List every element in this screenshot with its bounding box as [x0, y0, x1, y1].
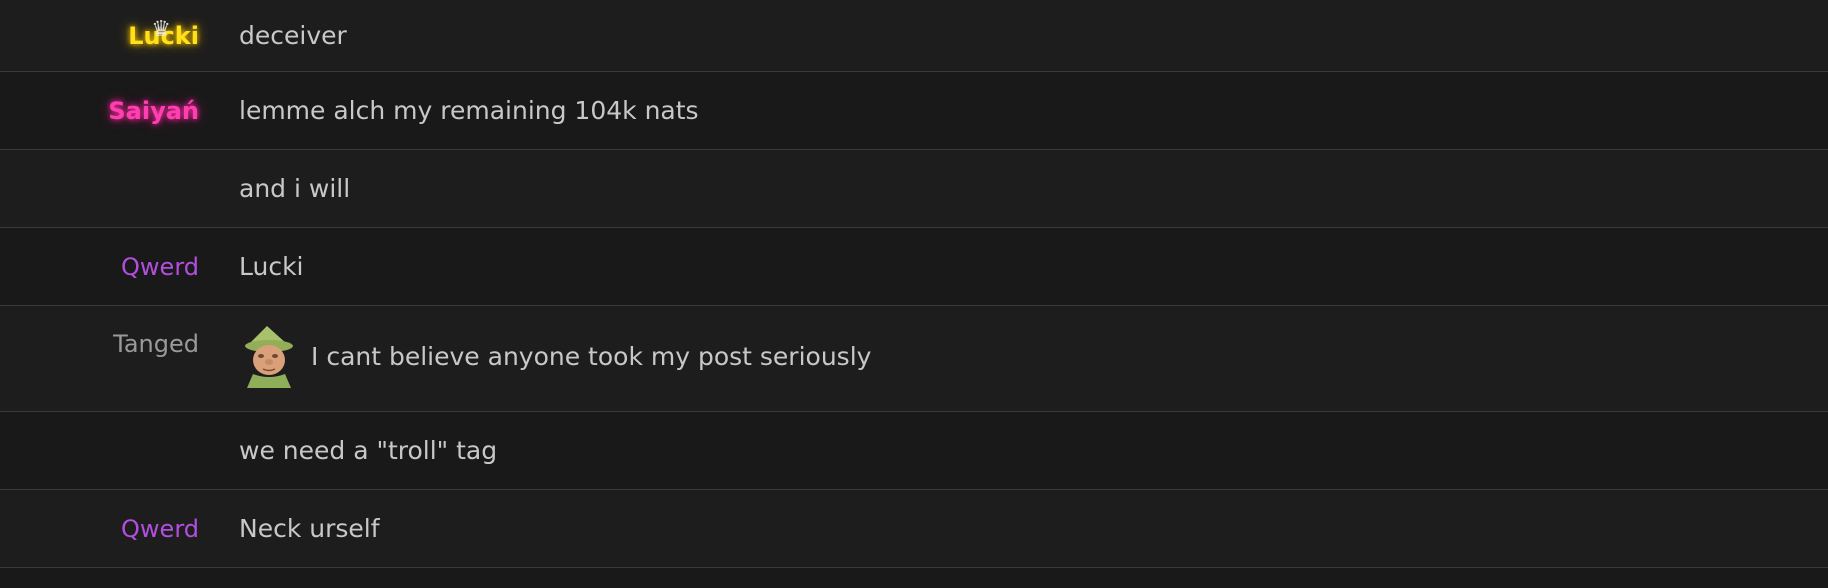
chat-log: ♛ Lucki deceiver Saiyań lemme alch my re…: [0, 0, 1828, 588]
chat-row: Saiyań lemme alch my remaining 104k nats: [0, 72, 1828, 150]
message-text: we need a "troll" tag: [239, 436, 498, 465]
message-text: I cant believe anyone took my post serio…: [311, 341, 872, 371]
chat-row: Qwerd Lucki: [0, 228, 1828, 306]
username[interactable]: Saiyań: [0, 97, 199, 125]
message-body: I cant believe anyone took my post serio…: [239, 306, 871, 388]
crown-icon: ♛: [151, 16, 171, 42]
chat-row: we need a "troll" tag: [0, 412, 1828, 490]
message-text: Lucki: [239, 252, 304, 281]
message-text: deceiver: [239, 21, 347, 50]
username[interactable]: Tanged: [0, 306, 199, 358]
message-text: Neck urself: [239, 514, 380, 543]
gnome-child-emote-icon: [245, 326, 293, 388]
username[interactable]: Qwerd: [0, 515, 199, 543]
username[interactable]: ♛ Lucki: [0, 17, 199, 50]
username[interactable]: Qwerd: [0, 253, 199, 281]
message-text: and i will: [239, 174, 351, 203]
chat-row: and i will: [0, 150, 1828, 228]
chat-row: Tanged I cant believe anyone took my pos…: [0, 306, 1828, 412]
chat-row: Qwerd Neck urself: [0, 490, 1828, 568]
message-text: lemme alch my remaining 104k nats: [239, 96, 699, 125]
chat-row: ♛ Lucki deceiver: [0, 0, 1828, 72]
